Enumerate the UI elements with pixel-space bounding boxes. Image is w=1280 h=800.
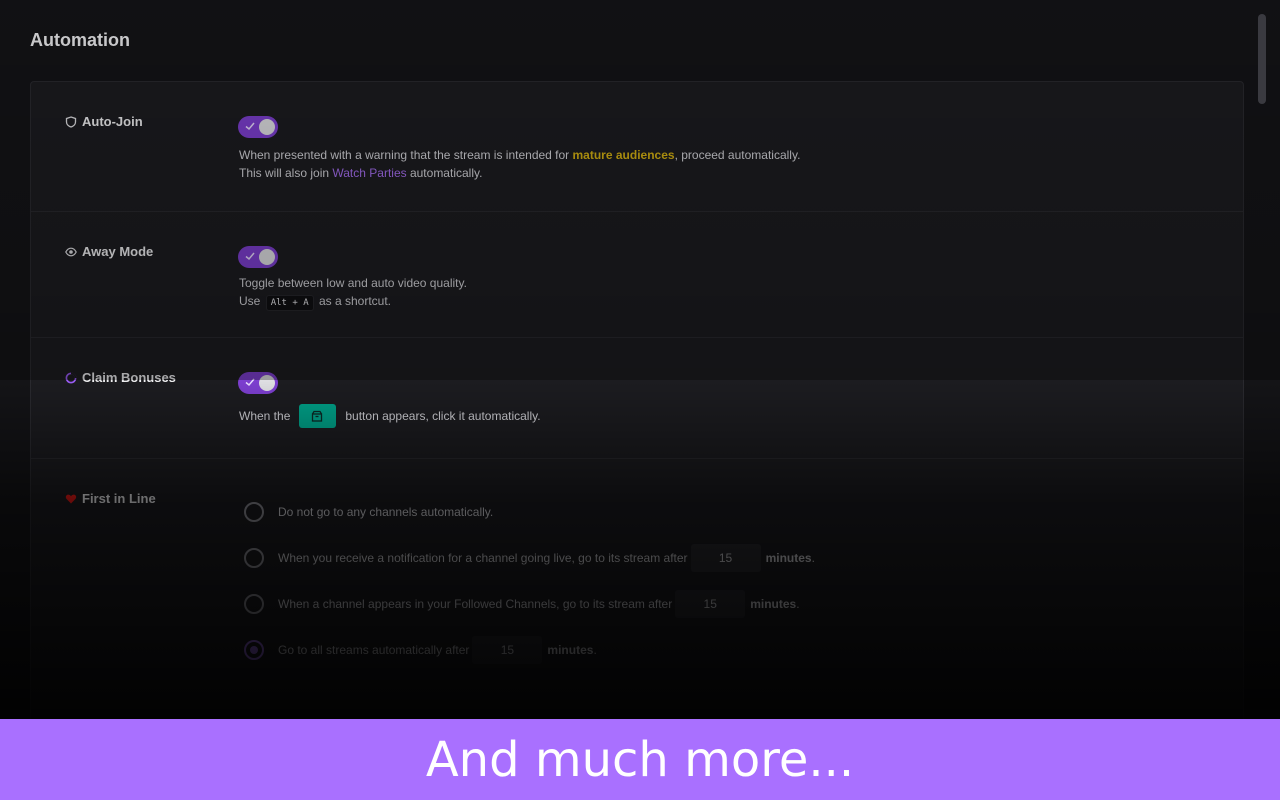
mature-audiences-text: mature audiences — [572, 148, 675, 162]
shield-icon — [65, 115, 77, 128]
claim-bonuses-desc-start: When the — [239, 409, 291, 423]
radio-button-selected[interactable] — [244, 640, 264, 660]
check-icon — [245, 252, 255, 261]
auto-join-toggle[interactable] — [238, 116, 278, 138]
option-text: When you receive a notification for a ch… — [278, 551, 688, 565]
option-text: Go to all streams automatically after — [278, 643, 470, 657]
auto-join-label-text: Auto-Join — [82, 114, 143, 129]
minutes-input[interactable]: 15 — [675, 590, 746, 618]
claim-bonuses-label: Claim Bonuses — [65, 370, 176, 385]
first-in-line-option-1[interactable]: When you receive a notification for a ch… — [244, 544, 815, 572]
minutes-input[interactable]: 15 — [690, 544, 761, 572]
radio-button[interactable] — [244, 548, 264, 568]
toggle-knob — [259, 119, 275, 135]
away-mode-label-text: Away Mode — [82, 244, 154, 259]
first-in-line-option-2[interactable]: When a channel appears in your Followed … — [244, 590, 800, 618]
eye-icon — [65, 246, 77, 258]
away-mode-desc-line2-end: as a shortcut. — [318, 294, 392, 308]
minutes-unit: minutes — [765, 551, 812, 565]
option-text: Do not go to any channels automatically. — [278, 505, 494, 519]
auto-join-label: Auto-Join — [65, 114, 143, 129]
heart-icon — [65, 493, 77, 505]
toggle-knob — [259, 375, 275, 391]
check-icon — [245, 122, 255, 131]
away-mode-desc-line2: Use — [239, 294, 261, 308]
claim-bonuses-desc-end: button appears, click it automatically. — [345, 409, 541, 423]
first-in-line-option-3[interactable]: Go to all streams automatically after 15… — [244, 636, 597, 664]
option-suffix: . — [811, 551, 815, 565]
promo-banner-text: And much more... — [425, 731, 855, 788]
auto-join-description: When presented with a warning that the s… — [239, 146, 800, 182]
gift-icon — [312, 410, 323, 422]
away-mode-description: Toggle between low and auto video qualit… — [239, 274, 467, 311]
auto-join-desc-line2-end: automatically. — [406, 166, 483, 180]
option-suffix: . — [796, 597, 800, 611]
away-mode-desc-line1: Toggle between low and auto video qualit… — [239, 276, 467, 290]
away-mode-section: Away Mode Toggle between low and auto vi… — [31, 212, 1243, 338]
watch-parties-link[interactable]: Watch Parties — [332, 166, 406, 180]
minutes-unit: minutes — [547, 643, 594, 657]
minutes-unit: minutes — [750, 597, 797, 611]
check-icon — [245, 378, 255, 387]
away-mode-toggle[interactable] — [238, 246, 278, 268]
first-in-line-label: First in Line — [65, 491, 156, 506]
claim-bonuses-label-text: Claim Bonuses — [82, 370, 176, 385]
page-title: Automation — [30, 30, 130, 50]
promo-banner: And much more... — [0, 719, 1280, 800]
option-suffix: . — [593, 643, 597, 657]
auto-join-section: Auto-Join When presented with a warning … — [31, 82, 1243, 212]
auto-join-desc-line2: This will also join — [239, 166, 333, 180]
first-in-line-option-0[interactable]: Do not go to any channels automatically. — [244, 499, 493, 525]
toggle-knob — [259, 249, 275, 265]
option-text: When a channel appears in your Followed … — [278, 597, 673, 611]
minutes-input[interactable]: 15 — [472, 636, 543, 664]
bonus-icon — [65, 372, 77, 384]
auto-join-desc-text: When presented with a warning that the s… — [239, 148, 573, 162]
radio-button[interactable] — [244, 502, 264, 522]
claim-bonuses-toggle[interactable] — [238, 372, 278, 394]
shortcut-key: Alt + A — [265, 295, 314, 311]
bonus-button-preview — [299, 404, 337, 428]
automation-panel: Auto-Join When presented with a warning … — [30, 81, 1244, 781]
away-mode-label: Away Mode — [65, 244, 153, 259]
scrollbar[interactable] — [1258, 14, 1266, 104]
auto-join-desc-text-end: , proceed automatically. — [674, 148, 801, 162]
radio-button[interactable] — [244, 594, 264, 614]
claim-bonuses-section: Claim Bonuses When the button appears, c… — [31, 338, 1243, 459]
first-in-line-label-text: First in Line — [82, 491, 156, 506]
claim-bonuses-description: When the button appears, click it automa… — [239, 404, 541, 428]
